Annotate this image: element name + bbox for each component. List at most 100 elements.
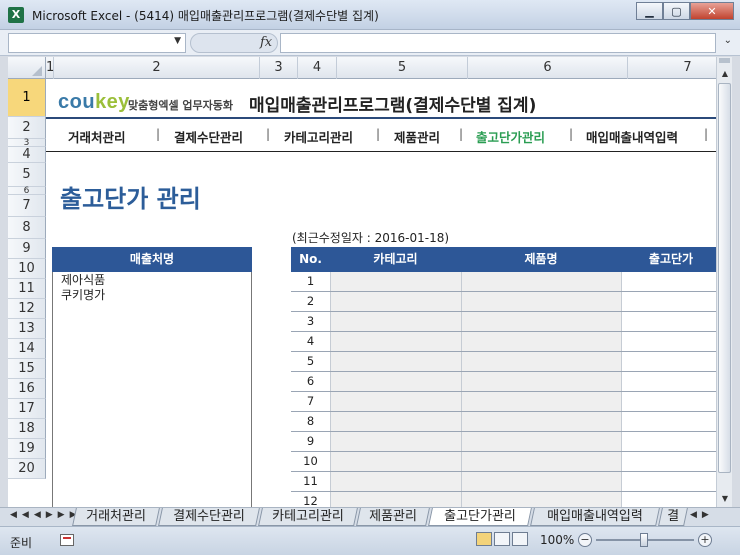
close-button[interactable]: ✕	[690, 2, 734, 20]
row-header[interactable]: 7	[8, 195, 46, 217]
row-header[interactable]: 20	[8, 459, 46, 479]
category-cell[interactable]	[330, 372, 461, 391]
customer-listbox[interactable]: 제아식품 쿠키명가	[52, 272, 252, 507]
product-name-cell[interactable]	[461, 452, 621, 471]
outbound-price-cell[interactable]	[621, 432, 716, 451]
zoom-out-icon[interactable]: −	[578, 533, 592, 547]
row-header[interactable]: 5	[8, 163, 46, 187]
nav-payment-method-management[interactable]: 결제수단관리	[174, 127, 243, 146]
table-row[interactable]: 2	[291, 292, 716, 312]
row-header[interactable]: 14	[8, 339, 46, 359]
product-name-cell[interactable]	[461, 312, 621, 331]
table-row[interactable]: 4	[291, 332, 716, 352]
select-all-corner[interactable]	[8, 57, 46, 79]
tab-nav-arrows[interactable]: ◀◀◀▶▶▶	[10, 510, 82, 520]
nav-category-management[interactable]: 카테고리관리	[284, 127, 353, 146]
outbound-price-cell[interactable]	[621, 412, 716, 431]
maximize-button[interactable]: ▢	[663, 2, 690, 20]
row-header[interactable]: 8	[8, 217, 46, 239]
name-box[interactable]: ▼	[8, 33, 186, 53]
expand-formula-icon[interactable]: ⌄	[724, 35, 732, 46]
tab-outbound-price-management[interactable]: 출고단가관리	[428, 508, 532, 526]
nav-purchase-sales-entry[interactable]: 매입매출내역입력	[586, 127, 678, 146]
category-cell[interactable]	[330, 432, 461, 451]
outbound-price-cell[interactable]	[621, 472, 716, 491]
outbound-price-cell[interactable]	[621, 272, 716, 291]
column-header[interactable]: 3	[260, 57, 298, 79]
column-header[interactable]: 2	[54, 57, 260, 79]
row-header[interactable]: 10	[8, 259, 46, 279]
table-row[interactable]: 11	[291, 472, 716, 492]
table-row[interactable]: 9	[291, 432, 716, 452]
vertical-scrollbar[interactable]: ▲ ▼	[716, 57, 732, 507]
row-header[interactable]: 13	[8, 319, 46, 339]
product-name-cell[interactable]	[461, 332, 621, 351]
outbound-price-cell[interactable]	[621, 292, 716, 311]
table-row[interactable]: 3	[291, 312, 716, 332]
category-cell[interactable]	[330, 352, 461, 371]
tab-category-management[interactable]: 카테고리관리	[258, 508, 358, 526]
table-row[interactable]: 8	[291, 412, 716, 432]
nav-outbound-price-management[interactable]: 출고단가관리	[476, 127, 545, 146]
scroll-thumb[interactable]	[718, 83, 731, 473]
product-name-cell[interactable]	[461, 432, 621, 451]
table-row[interactable]: 5	[291, 352, 716, 372]
row-header[interactable]: 9	[8, 239, 46, 259]
excel-app-icon[interactable]: X	[8, 7, 24, 23]
table-row[interactable]: 1	[291, 272, 716, 292]
insert-function-icon[interactable]: fx	[260, 35, 272, 50]
page-layout-view-icon[interactable]	[494, 532, 510, 546]
row-header[interactable]: 1	[8, 79, 46, 117]
row-header[interactable]: 4	[8, 147, 46, 163]
table-row[interactable]: 6	[291, 372, 716, 392]
scroll-down-icon[interactable]: ▼	[717, 491, 733, 506]
column-header[interactable]: 1	[46, 57, 54, 79]
nav-product-management[interactable]: 제품관리	[394, 127, 440, 146]
category-cell[interactable]	[330, 392, 461, 411]
scroll-up-icon[interactable]: ▲	[717, 66, 733, 81]
column-header[interactable]: 4	[298, 57, 337, 79]
outbound-price-cell[interactable]	[621, 312, 716, 331]
table-row[interactable]: 10	[291, 452, 716, 472]
category-cell[interactable]	[330, 312, 461, 331]
category-cell[interactable]	[330, 472, 461, 491]
list-item[interactable]: 제아식품	[53, 273, 251, 287]
tab-customer-management[interactable]: 거래처관리	[72, 508, 160, 526]
row-header[interactable]: 2	[8, 117, 46, 139]
product-name-cell[interactable]	[461, 372, 621, 391]
category-cell[interactable]	[330, 292, 461, 311]
table-row[interactable]: 12	[291, 492, 716, 507]
outbound-price-cell[interactable]	[621, 332, 716, 351]
column-header[interactable]: 7	[628, 57, 716, 79]
category-cell[interactable]	[330, 492, 461, 507]
page-break-view-icon[interactable]	[512, 532, 528, 546]
row-header[interactable]: 11	[8, 279, 46, 299]
normal-view-icon[interactable]	[476, 532, 492, 546]
product-name-cell[interactable]	[461, 272, 621, 291]
outbound-price-cell[interactable]	[621, 352, 716, 371]
row-header[interactable]: 12	[8, 299, 46, 319]
product-name-cell[interactable]	[461, 492, 621, 507]
zoom-in-icon[interactable]: +	[698, 533, 712, 547]
row-header[interactable]: 15	[8, 359, 46, 379]
zoom-level[interactable]: 100%	[540, 533, 574, 547]
product-name-cell[interactable]	[461, 352, 621, 371]
product-name-cell[interactable]	[461, 412, 621, 431]
row-header[interactable]: 18	[8, 419, 46, 439]
outbound-price-cell[interactable]	[621, 372, 716, 391]
zoom-slider-knob[interactable]	[640, 533, 648, 547]
list-item[interactable]: 쿠키명가	[53, 288, 251, 302]
product-name-cell[interactable]	[461, 292, 621, 311]
outbound-price-cell[interactable]	[621, 392, 716, 411]
nav-customer-management[interactable]: 거래처관리	[68, 127, 126, 146]
tab-purchase-sales-entry[interactable]: 매입매출내역입력	[530, 508, 660, 526]
chevron-down-icon[interactable]: ▼	[174, 36, 181, 46]
column-header[interactable]: 5	[337, 57, 468, 79]
macro-record-icon[interactable]	[60, 534, 74, 546]
category-cell[interactable]	[330, 332, 461, 351]
outbound-price-cell[interactable]	[621, 492, 716, 507]
row-header[interactable]: 6	[8, 187, 46, 196]
product-name-cell[interactable]	[461, 472, 621, 491]
row-header[interactable]: 19	[8, 439, 46, 459]
category-cell[interactable]	[330, 452, 461, 471]
